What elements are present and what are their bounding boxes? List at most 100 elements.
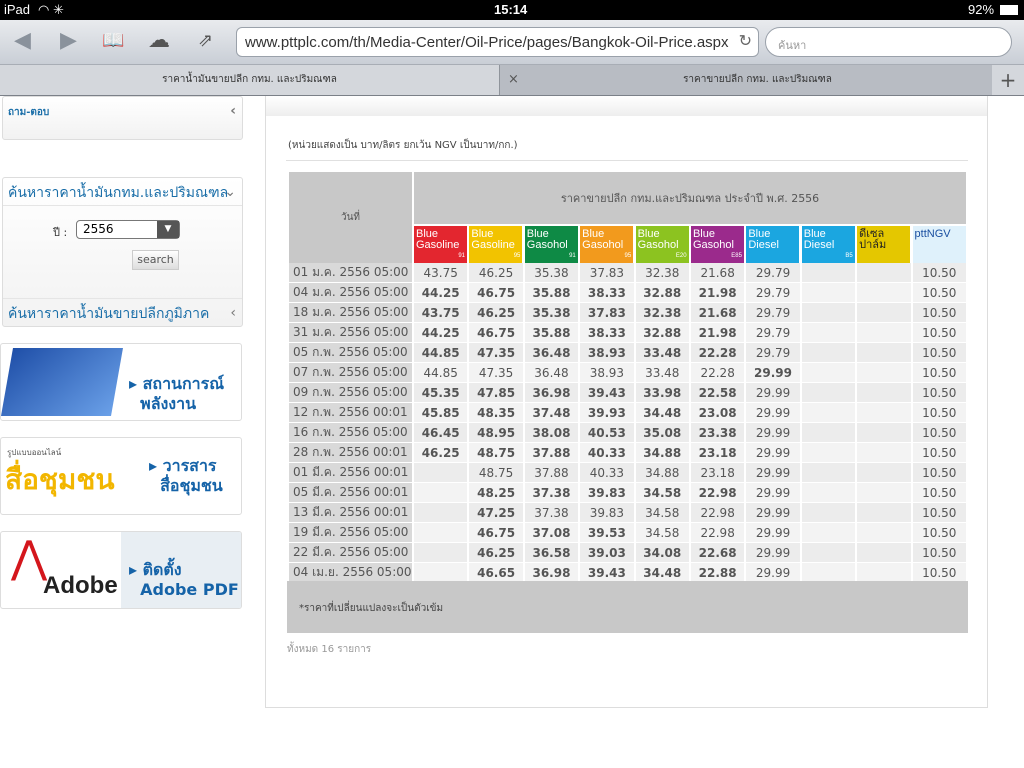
adobe-pdf-banner[interactable]: ⋀ Adobe ▸ ติดตั้ง Adobe PDF [0, 531, 242, 609]
url-field[interactable]: www.pttplc.com/th/Media-Center/Oil-Price… [236, 27, 759, 57]
price-cell: 10.50 [912, 463, 966, 483]
price-cell: 10.50 [912, 423, 966, 443]
icloud-icon[interactable]: ☁ [148, 28, 170, 53]
fuel-label: pttNGV [914, 228, 951, 240]
price-cell: 10.50 [912, 483, 966, 503]
price-cell [857, 383, 911, 403]
price-cell [857, 563, 911, 583]
price-cell: 40.33 [580, 443, 634, 463]
price-cell [414, 563, 468, 583]
community-journal-banner[interactable]: รูปแบบออนไลน์ สื่อชุมชน ▸ วารสาร สื่อชุม… [0, 437, 242, 515]
price-cell [801, 523, 856, 543]
bookmarks-icon[interactable]: 📖 [102, 30, 124, 51]
price-cell [801, 543, 856, 563]
reload-icon[interactable]: ↻ [739, 31, 752, 51]
price-cell: 37.88 [524, 463, 579, 483]
price-cell: 37.48 [524, 403, 579, 423]
price-cell: 48.25 [469, 483, 523, 503]
adobe-logo-text: Adobe [43, 572, 118, 599]
price-cell [857, 363, 911, 383]
solar-panel-image [1, 348, 123, 416]
price-cell: 21.98 [690, 283, 745, 303]
price-cell: 10.50 [912, 283, 966, 303]
price-cell [801, 343, 856, 363]
fuel-label: B5 [845, 253, 853, 259]
back-icon[interactable]: ◀ [14, 28, 31, 53]
price-cell: 39.53 [580, 523, 634, 543]
year-select[interactable]: 2556 ▼ [76, 220, 180, 239]
table-row: 09 ก.พ. 2556 05:00 45.35 47.85 36.98 39.43 33… [289, 383, 966, 403]
fuel-label: 91 [458, 253, 465, 259]
price-cell: 22.28 [690, 343, 745, 363]
chevron-down-icon[interactable]: ⌄ [224, 184, 236, 200]
price-cell [857, 503, 911, 523]
search-button[interactable]: search [132, 250, 179, 270]
new-tab-icon[interactable]: + [992, 65, 1024, 95]
price-cell: 10.50 [912, 563, 966, 583]
price-cell: 46.65 [469, 563, 523, 583]
price-cell: 43.75 [414, 263, 468, 283]
unit-note: (หน่วยแสดงเป็น บาท/ลิตร ยกเว้น NGV เป็นบ… [288, 140, 518, 151]
date-cell: 07 ก.พ. 2556 05:00 [289, 363, 412, 383]
price-cell: 43.75 [414, 303, 468, 323]
table-row: 05 มี.ค. 2556 00:01 48.25 37.38 39.83 34.58 2… [289, 483, 966, 503]
price-cell: 45.35 [414, 383, 468, 403]
price-cell [801, 283, 856, 303]
price-cell: 39.43 [580, 383, 634, 403]
date-cell: 12 ก.พ. 2556 00:01 [289, 403, 412, 423]
price-cell: 48.75 [469, 443, 523, 463]
price-cell: 29.79 [746, 263, 800, 283]
price-cell [801, 463, 856, 483]
price-cell: 44.85 [414, 343, 468, 363]
energy-situation-banner[interactable]: ▸ สถานการณ์ พลังงาน [0, 343, 242, 421]
faq-link[interactable]: ถาม-ตอบ ‹ [3, 97, 242, 125]
price-cell [414, 463, 468, 483]
fuel-logo: Blue Gasoline 91 [414, 226, 467, 263]
banner-text: ▸ วารสาร สื่อชุมชน [149, 456, 223, 495]
tab-oil-price[interactable]: ราคาน้ำมันขายปลีก กทม. และปริมณฑล [0, 65, 500, 95]
fuel-label: Diesel [803, 239, 835, 251]
price-cell: 10.50 [912, 503, 966, 523]
faq-box: ถาม-ตอบ ‹ [2, 96, 243, 140]
price-cell: 35.08 [635, 423, 689, 443]
price-cell: 48.75 [469, 463, 523, 483]
fuel-label: 95 [624, 253, 632, 259]
price-cell [414, 503, 468, 523]
price-cell: 37.08 [524, 523, 579, 543]
price-cell: 10.50 [912, 383, 966, 403]
fuel-label: 91 [569, 253, 576, 259]
search-box-header[interactable]: ค้นหาราคาน้ำมันกทม.และปริมณฑล ⌄ [3, 178, 242, 206]
close-tab-icon[interactable]: × [508, 65, 519, 95]
price-cell: 44.25 [414, 323, 468, 343]
fuel-logo: Blue Gasohol 95 [580, 226, 634, 263]
group-header: ราคาขายปลีก กทม.และปริมณฑล ประจำปี พ.ศ. … [414, 172, 966, 224]
fuel-label: 95 [513, 253, 521, 259]
price-cell: 35.38 [524, 263, 579, 283]
chevron-left-icon[interactable]: ‹ [230, 103, 236, 119]
fuel-label: Gasohol [582, 239, 624, 251]
price-cell [414, 543, 468, 563]
price-cell: 35.38 [524, 303, 579, 323]
divider [286, 160, 968, 161]
price-cell: 36.48 [524, 343, 579, 363]
dropdown-arrow-icon[interactable]: ▼ [157, 221, 179, 238]
chevron-left-icon[interactable]: ‹ [230, 305, 236, 321]
price-cell: 33.48 [635, 363, 689, 383]
regional-search-header[interactable]: ค้นหาราคาน้ำมันขายปลีกภูมิภาค ‹ [3, 298, 242, 326]
table-row: 12 ก.พ. 2556 00:01 45.85 48.35 37.48 39.93 34… [289, 403, 966, 423]
fuel-label: Gasohol [526, 239, 568, 251]
price-cell [801, 323, 856, 343]
price-cell: 22.88 [690, 563, 745, 583]
tab-retail-price[interactable]: ราคาขายปลีก กทม. และปริมณฑล [525, 65, 990, 95]
banner-text: ▸ สถานการณ์ พลังงาน [129, 374, 225, 413]
price-cell: 10.50 [912, 323, 966, 343]
date-cell: 28 ก.พ. 2556 00:01 [289, 443, 412, 463]
fuel-header: pttNGV [912, 224, 966, 263]
search-input[interactable]: ค้นหา [765, 27, 1012, 57]
share-icon[interactable]: ⇗ [198, 30, 213, 51]
forward-icon[interactable]: ▶ [60, 28, 77, 53]
price-cell: 21.68 [690, 303, 745, 323]
fuel-logo: Blue Gasohol E85 [690, 226, 744, 263]
price-cell: 29.79 [746, 303, 800, 323]
price-cell: 37.83 [580, 303, 634, 323]
